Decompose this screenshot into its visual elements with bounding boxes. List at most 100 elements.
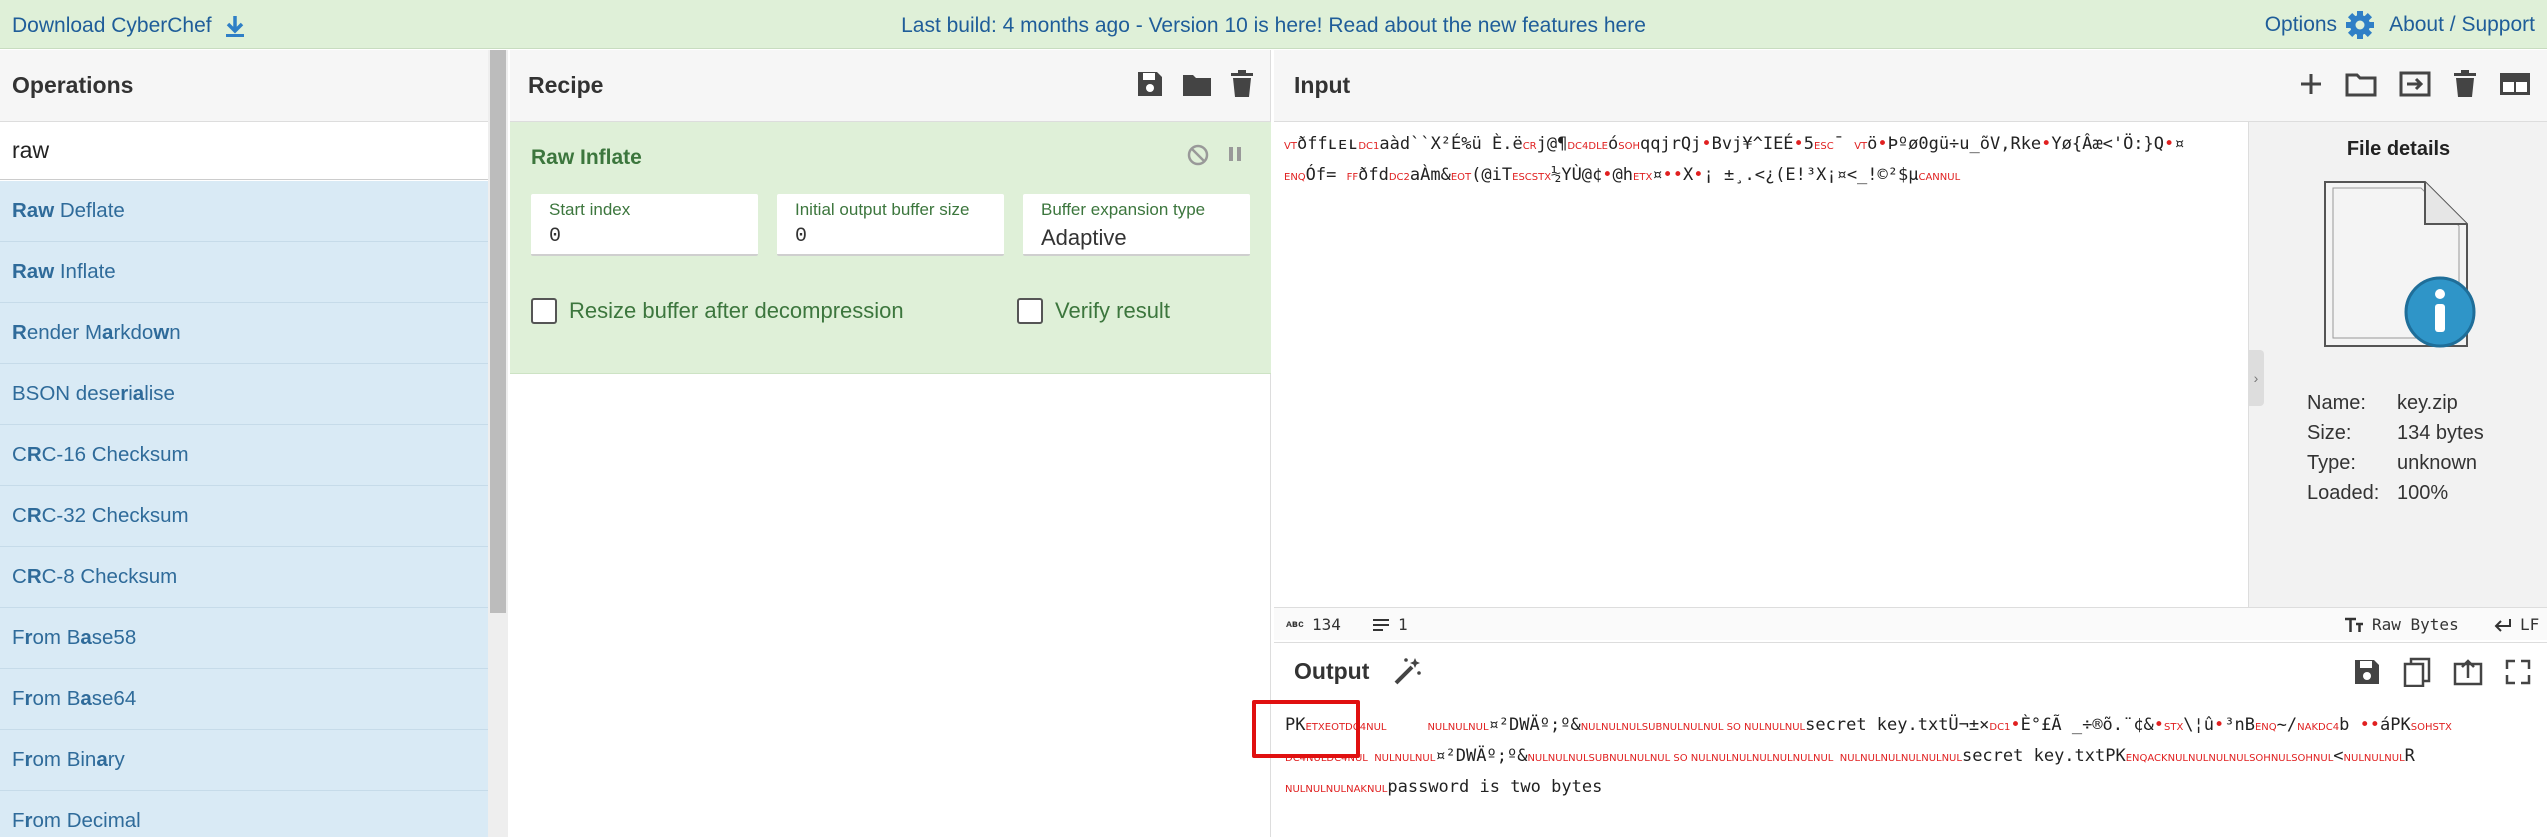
magic-wand-icon[interactable] <box>1393 656 1423 686</box>
encoding-selector[interactable]: Raw Bytes <box>2344 615 2459 634</box>
load-recipe-folder-icon[interactable] <box>1182 71 1212 97</box>
verify-result-checkbox[interactable]: Verify result <box>1017 298 1170 324</box>
operation-label: Inflate <box>54 260 116 283</box>
copy-output-icon[interactable] <box>2403 657 2431 687</box>
open-file-icon[interactable] <box>2399 71 2431 97</box>
line-count-value: 1 <box>1398 615 1408 634</box>
output-title: Output <box>1294 657 1370 684</box>
operations-pane: Operations Raw DeflateRaw InflateRender … <box>0 50 508 837</box>
output-text-area[interactable]: PKETXEOTDC4NUL NULNULNUL¤²DWÄº;º&NULNULN… <box>1285 711 2540 831</box>
operations-title: Operations <box>0 50 507 122</box>
input-status-bar: ᴀʙᴄ 134 1 Raw Bytes LF <box>1274 607 2547 640</box>
ingredient-name: Raw Inflate <box>531 146 642 169</box>
operations-search-input[interactable] <box>0 122 488 180</box>
disable-op-icon[interactable] <box>1187 144 1209 166</box>
recipe-pane: Recipe Raw Inflate Start index 0 Initial… <box>510 50 1271 837</box>
operation-item[interactable]: Fr om Decimal <box>0 791 488 837</box>
operation-label: Deflate <box>54 199 125 222</box>
operation-match: Raw <box>12 260 55 283</box>
buffer-expansion-type-value[interactable]: Adaptive <box>1041 225 1232 251</box>
operation-item[interactable]: Raw Deflate <box>0 181 488 242</box>
ingredient-raw-inflate: Raw Inflate Start index 0 Initial output… <box>510 122 1271 374</box>
resize-buffer-label: Resize buffer after decompression <box>569 298 904 323</box>
new-features-link[interactable]: here <box>1604 14 1646 37</box>
initial-buffer-size-value[interactable]: 0 <box>795 225 986 248</box>
start-index-label: Start index <box>549 200 631 219</box>
start-index-value[interactable]: 0 <box>549 225 740 248</box>
verify-result-label: Verify result <box>1055 298 1170 323</box>
file-details-panel: File details Name: key.zip Size: 134 bytes… <box>2248 122 2547 607</box>
eol-value[interactable]: LF <box>2520 615 2539 634</box>
download-icon <box>224 14 246 38</box>
input-pane: Input VTðffʟᴇʟDC1aàd``X²É%ü È.ëCRj@¶DC4D… <box>1274 50 2547 640</box>
file-details-toggle[interactable]: › <box>2248 350 2264 406</box>
file-name-label: Name: <box>2307 391 2366 414</box>
file-info-icon <box>2305 174 2495 359</box>
checkbox-box[interactable] <box>531 298 557 324</box>
output-pane: Output PKETXEOTDC4NUL NULNULNUL¤²DWÄº;º&… <box>1274 642 2547 837</box>
operation-item[interactable]: Fr om Bin a ry <box>0 730 488 791</box>
gear-icon <box>2345 10 2375 40</box>
file-details-title: File details <box>2346 138 2451 160</box>
lines-icon <box>1372 618 1390 632</box>
file-details-table: Name: key.zip Size: 134 bytes Type: unknown… <box>2307 388 2484 508</box>
options-button[interactable]: Options <box>2265 10 2375 40</box>
open-folder-icon[interactable] <box>2345 71 2377 97</box>
operation-match: Raw <box>12 199 55 222</box>
maximise-output-icon[interactable] <box>2505 659 2531 685</box>
line-count: 1 <box>1372 615 1408 634</box>
operations-scrollbar[interactable] <box>488 50 508 837</box>
text-encoding-icon <box>2344 617 2364 633</box>
input-title-bar: Input <box>1274 50 2547 122</box>
add-tab-plus-icon[interactable] <box>2299 72 2323 96</box>
operation-item[interactable]: C R C-8 Checksum <box>0 547 488 608</box>
char-count-icon: ᴀʙᴄ <box>1286 618 1305 630</box>
file-loaded-label: Loaded: <box>2307 481 2380 504</box>
start-index-field[interactable]: Start index 0 <box>531 194 758 256</box>
buffer-expansion-type-select[interactable]: Buffer expansion type Adaptive <box>1023 194 1250 256</box>
operation-item[interactable]: C R C-16 Checksum <box>0 425 488 486</box>
build-notice-text: Last build: 4 months ago - Version 10 is… <box>901 14 1604 37</box>
save-recipe-icon[interactable] <box>1136 70 1164 98</box>
char-count-value: 134 <box>1312 615 1341 634</box>
about-support-link[interactable]: About / Support <box>2389 13 2535 37</box>
buffer-expansion-type-label: Buffer expansion type <box>1041 200 1206 219</box>
clear-recipe-trash-icon[interactable] <box>1230 70 1254 98</box>
file-name-value: key.zip <box>2397 391 2458 414</box>
eol-selector[interactable]: LF <box>2494 615 2539 634</box>
file-size-label: Size: <box>2307 421 2352 444</box>
layout-icon[interactable] <box>2499 72 2531 96</box>
download-cyberchef-link[interactable]: Download CyberChef <box>12 14 246 38</box>
file-type-value: unknown <box>2397 451 2478 474</box>
top-banner: Download CyberChef Last build: 4 months … <box>0 0 2547 49</box>
output-title-bar: Output <box>1274 643 2547 699</box>
initial-buffer-size-label: Initial output buffer size <box>795 200 970 219</box>
clear-input-trash-icon[interactable] <box>2453 70 2477 98</box>
resize-buffer-checkbox[interactable]: Resize buffer after decompression <box>531 298 904 324</box>
file-type-label: Type: <box>2307 451 2356 474</box>
operation-item[interactable]: Fr om Ba se64 <box>0 669 488 730</box>
options-label: Options <box>2264 13 2338 36</box>
operation-item[interactable]: Fr om Ba se58 <box>0 608 488 669</box>
operation-item[interactable]: Raw Inflate <box>0 242 488 303</box>
download-label: Download CyberChef <box>12 14 212 37</box>
operations-list: Raw Deflate Raw Inflate Render Ma rkdo w n BSO… <box>0 181 488 837</box>
pause-icon[interactable] <box>1227 144 1243 166</box>
operation-item[interactable]: BSON dese r i a lise <box>0 364 488 425</box>
char-count: ᴀʙᴄ 134 <box>1286 615 1341 634</box>
checkbox-box[interactable] <box>1017 298 1043 324</box>
input-title: Input <box>1294 72 1351 98</box>
save-output-icon[interactable] <box>2353 658 2381 686</box>
encoding-value[interactable]: Raw Bytes <box>2372 615 2459 634</box>
recipe-title-bar: Recipe <box>510 50 1270 122</box>
output-tail-text: password is two bytes <box>1387 777 1603 797</box>
file-loaded-value: 100% <box>2397 481 2449 504</box>
recipe-title: Recipe <box>528 72 604 98</box>
return-arrow-icon <box>2494 618 2512 632</box>
operation-item[interactable]: Render Ma rkdo w n <box>0 303 488 364</box>
replace-input-icon[interactable] <box>2453 658 2483 686</box>
operation-item[interactable]: C R C-32 Checksum <box>0 486 488 547</box>
scrollbar-thumb[interactable] <box>490 50 506 613</box>
build-notice: Last build: 4 months ago - Version 10 is… <box>0 14 2547 38</box>
initial-buffer-size-field[interactable]: Initial output buffer size 0 <box>777 194 1004 256</box>
